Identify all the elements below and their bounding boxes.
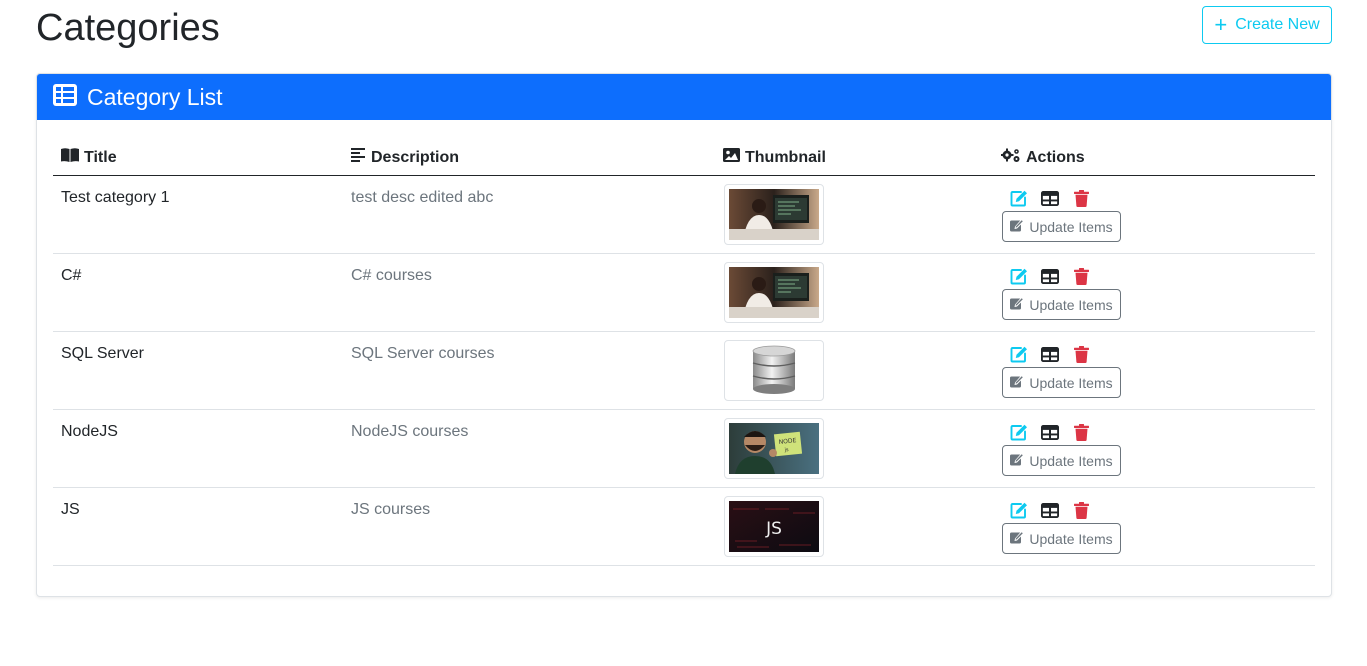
card-title: Category List xyxy=(87,83,223,110)
list-icon xyxy=(53,83,77,111)
image-icon xyxy=(723,148,740,167)
pencil-square-icon xyxy=(1010,218,1025,235)
table-icon[interactable] xyxy=(1039,422,1061,442)
pencil-square-icon xyxy=(1010,296,1025,313)
category-description: test desc edited abc xyxy=(351,189,494,206)
table-row: SQL Server SQL Server courses Update Ite… xyxy=(53,332,1315,410)
edit-icon[interactable] xyxy=(1008,500,1030,520)
category-description: C# courses xyxy=(351,267,432,284)
column-description-label: Description xyxy=(371,148,460,166)
category-thumbnail xyxy=(724,184,824,245)
category-table: Title Description Thumbnail Actions Test… xyxy=(53,140,1315,566)
table-icon[interactable] xyxy=(1039,344,1061,364)
plus-icon: + xyxy=(1214,12,1228,37)
table-row: C# C# courses Update Items xyxy=(53,254,1315,332)
update-items-button[interactable]: Update Items xyxy=(1002,367,1121,398)
table-body: Test category 1 test desc edited abc Upd… xyxy=(53,176,1315,566)
person-at-computer-image xyxy=(729,267,819,318)
trash-icon[interactable] xyxy=(1070,344,1092,364)
column-header-description: Description xyxy=(351,148,459,167)
edit-icon[interactable] xyxy=(1008,188,1030,208)
category-title: SQL Server xyxy=(61,345,144,362)
category-title: JS xyxy=(61,501,80,518)
table-row: JS JS courses JS Update Items xyxy=(53,488,1315,566)
update-items-button[interactable]: Update Items xyxy=(1002,211,1121,242)
trash-icon[interactable] xyxy=(1070,266,1092,286)
update-items-label: Update Items xyxy=(1029,296,1113,313)
book-icon xyxy=(61,148,79,167)
thumbnail-text: JS xyxy=(765,519,782,539)
pencil-square-icon xyxy=(1010,374,1025,391)
category-list-card: Category List Title Description Thumbnai… xyxy=(36,73,1332,597)
column-header-thumbnail: Thumbnail xyxy=(723,148,826,167)
page-title: Categories xyxy=(36,7,220,49)
category-title: C# xyxy=(61,267,82,284)
person-at-computer-image xyxy=(729,189,819,240)
trash-icon[interactable] xyxy=(1070,422,1092,442)
category-thumbnail: NODE js xyxy=(724,418,824,479)
row-actions: Update Items xyxy=(1002,344,1121,398)
table-icon[interactable] xyxy=(1039,188,1061,208)
column-thumbnail-label: Thumbnail xyxy=(745,148,826,166)
update-items-button[interactable]: Update Items xyxy=(1002,289,1121,320)
pencil-square-icon xyxy=(1010,530,1025,547)
update-items-button[interactable]: Update Items xyxy=(1002,445,1121,476)
column-title-label: Title xyxy=(84,148,117,166)
js-code-banner-image: JS xyxy=(729,501,819,552)
trash-icon[interactable] xyxy=(1070,188,1092,208)
edit-icon[interactable] xyxy=(1008,344,1030,364)
category-description: NodeJS courses xyxy=(351,423,469,440)
update-items-label: Update Items xyxy=(1029,218,1113,235)
update-items-label: Update Items xyxy=(1029,374,1113,391)
row-actions: Update Items xyxy=(1002,266,1121,320)
category-description: SQL Server courses xyxy=(351,345,495,362)
category-title: Test category 1 xyxy=(61,189,170,206)
create-new-label: Create New xyxy=(1235,16,1320,33)
gears-icon xyxy=(1000,148,1021,168)
column-header-title: Title xyxy=(61,148,117,167)
category-thumbnail: JS xyxy=(724,496,824,557)
create-new-button[interactable]: + Create New xyxy=(1202,6,1332,44)
update-items-label: Update Items xyxy=(1029,530,1113,547)
table-icon[interactable] xyxy=(1039,500,1061,520)
category-description: JS courses xyxy=(351,501,431,518)
row-actions: Update Items xyxy=(1002,500,1121,554)
trash-icon[interactable] xyxy=(1070,500,1092,520)
column-actions-label: Actions xyxy=(1026,149,1085,166)
category-thumbnail xyxy=(724,340,824,401)
category-title: NodeJS xyxy=(61,423,118,440)
table-header: Title Description Thumbnail Actions xyxy=(53,140,1315,176)
row-actions: Update Items xyxy=(1002,422,1121,476)
edit-icon[interactable] xyxy=(1008,422,1030,442)
align-left-icon xyxy=(351,148,366,167)
database-image xyxy=(729,345,819,396)
update-items-label: Update Items xyxy=(1029,452,1113,469)
pencil-square-icon xyxy=(1010,452,1025,469)
table-row: NodeJS NodeJS courses NODE js Update Ite… xyxy=(53,410,1315,488)
person-holding-node-note-image: NODE js xyxy=(729,423,819,474)
page: Categories + Create New Category List Ti… xyxy=(0,0,1367,666)
category-thumbnail xyxy=(724,262,824,323)
table-row: Test category 1 test desc edited abc Upd… xyxy=(53,176,1315,254)
table-icon[interactable] xyxy=(1039,266,1061,286)
column-header-actions: Actions xyxy=(1000,148,1085,168)
update-items-button[interactable]: Update Items xyxy=(1002,523,1121,554)
row-actions: Update Items xyxy=(1002,188,1121,242)
card-header: Category List xyxy=(37,74,1331,120)
edit-icon[interactable] xyxy=(1008,266,1030,286)
